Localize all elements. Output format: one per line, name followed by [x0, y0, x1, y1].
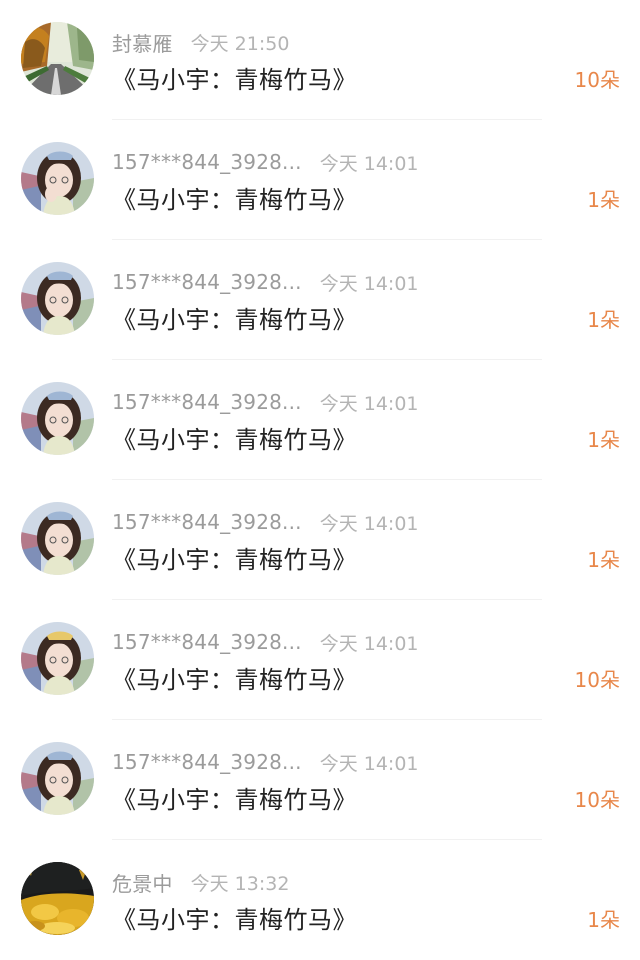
item-meta: 危景中 今天 13:32	[112, 868, 289, 896]
sender-name[interactable]: 157***844_3928...	[112, 750, 302, 774]
sender-name[interactable]: 封慕雁	[112, 28, 173, 57]
book-title[interactable]: 《马小宇：青梅竹马》	[112, 660, 357, 695]
list-item[interactable]: 157***844_3928... 今天 14:01 《马小宇：青梅竹马》 1朵	[0, 240, 640, 360]
flower-count: 1朵	[587, 548, 620, 572]
list-item[interactable]: 封慕雁 今天 21:50 《马小宇：青梅竹马》 10朵	[0, 0, 640, 120]
list-item[interactable]: 157***844_3928... 今天 14:01 《马小宇：青梅竹马》 10…	[0, 720, 640, 840]
book-title[interactable]: 《马小宇：青梅竹马》	[112, 420, 357, 455]
flower-count: 1朵	[587, 188, 620, 212]
girl-avatar-icon	[21, 502, 94, 575]
timestamp: 今天 14:01	[319, 512, 419, 535]
timestamp: 今天 13:32	[190, 872, 290, 895]
flower-count: 1朵	[587, 908, 620, 932]
sender-name[interactable]: 危景中	[112, 868, 173, 897]
girl-avatar-icon	[21, 742, 94, 815]
flower-count: 10朵	[574, 68, 620, 92]
timestamp: 今天 14:01	[319, 392, 419, 415]
item-meta: 157***844_3928... 今天 14:01	[112, 148, 419, 176]
avatar[interactable]	[21, 382, 94, 455]
gold-leaves-avatar-icon	[21, 862, 94, 935]
timestamp: 今天 14:01	[319, 632, 419, 655]
landscape-avatar-icon	[21, 22, 94, 95]
sender-name[interactable]: 157***844_3928...	[112, 150, 302, 174]
flower-count: 10朵	[574, 788, 620, 812]
item-meta: 157***844_3928... 今天 14:01	[112, 748, 419, 776]
flower-count: 1朵	[587, 428, 620, 452]
book-title[interactable]: 《马小宇：青梅竹马》	[112, 180, 357, 215]
book-title[interactable]: 《马小宇：青梅竹马》	[112, 540, 357, 575]
sender-name[interactable]: 157***844_3928...	[112, 630, 302, 654]
timestamp: 今天 14:01	[319, 752, 419, 775]
timestamp: 今天 14:01	[319, 152, 419, 175]
item-meta: 封慕雁 今天 21:50	[112, 28, 289, 56]
item-meta: 157***844_3928... 今天 14:01	[112, 268, 419, 296]
sender-name[interactable]: 157***844_3928...	[112, 270, 302, 294]
list-item[interactable]: 157***844_3928... 今天 14:01 《马小宇：青梅竹马》 1朵	[0, 480, 640, 600]
girl-avatar-icon	[21, 622, 94, 695]
list-item[interactable]: 危景中 今天 13:32 《马小宇：青梅竹马》 1朵	[0, 840, 640, 960]
sender-name[interactable]: 157***844_3928...	[112, 390, 302, 414]
girl-avatar-icon	[21, 142, 94, 215]
list-item[interactable]: 157***844_3928... 今天 14:01 《马小宇：青梅竹马》 1朵	[0, 360, 640, 480]
avatar[interactable]	[21, 862, 94, 935]
avatar[interactable]	[21, 502, 94, 575]
book-title[interactable]: 《马小宇：青梅竹马》	[112, 60, 357, 95]
item-meta: 157***844_3928... 今天 14:01	[112, 628, 419, 656]
flower-count: 10朵	[574, 668, 620, 692]
list-item[interactable]: 157***844_3928... 今天 14:01 《马小宇：青梅竹马》 10…	[0, 600, 640, 720]
flower-count: 1朵	[587, 308, 620, 332]
book-title[interactable]: 《马小宇：青梅竹马》	[112, 300, 357, 335]
book-title[interactable]: 《马小宇：青梅竹马》	[112, 900, 357, 935]
item-meta: 157***844_3928... 今天 14:01	[112, 388, 419, 416]
avatar[interactable]	[21, 22, 94, 95]
timestamp: 今天 21:50	[190, 32, 290, 55]
avatar[interactable]	[21, 262, 94, 335]
avatar[interactable]	[21, 142, 94, 215]
girl-avatar-icon	[21, 262, 94, 335]
timestamp: 今天 14:01	[319, 272, 419, 295]
avatar[interactable]	[21, 742, 94, 815]
gift-record-list: 封慕雁 今天 21:50 《马小宇：青梅竹马》 10朵 157***844_39…	[0, 0, 640, 957]
list-item[interactable]: 157***844_3928... 今天 14:01 《马小宇：青梅竹马》 1朵	[0, 120, 640, 240]
girl-avatar-icon	[21, 382, 94, 455]
sender-name[interactable]: 157***844_3928...	[112, 510, 302, 534]
avatar[interactable]	[21, 622, 94, 695]
book-title[interactable]: 《马小宇：青梅竹马》	[112, 780, 357, 815]
item-meta: 157***844_3928... 今天 14:01	[112, 508, 419, 536]
